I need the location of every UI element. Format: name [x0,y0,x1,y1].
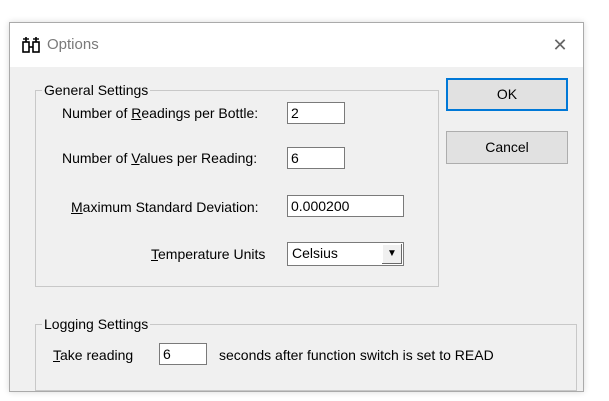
chevron-down-icon[interactable]: ▼ [381,244,402,264]
temperature-units-value: Celsius [292,245,338,261]
max-std-dev-field[interactable]: 0.000200 [287,195,404,217]
readings-per-bottle-label: Number of Readings per Bottle: [62,105,259,121]
general-settings-legend: General Settings [44,82,149,98]
temperature-units-select[interactable]: Celsius ▼ [287,242,404,266]
logging-settings-legend: Logging Settings [44,316,149,332]
ok-button[interactable]: OK [446,78,568,111]
window-title: Options [47,36,99,53]
readings-per-bottle-field[interactable]: 2 [287,102,345,124]
take-reading-seconds-field[interactable]: 6 [159,343,207,365]
title-bar: Options ✕ [10,23,583,67]
close-button[interactable]: ✕ [547,32,573,58]
cancel-button[interactable]: Cancel [446,131,568,164]
app-icon [22,37,40,53]
values-per-reading-field[interactable]: 6 [287,147,345,169]
options-dialog: Options ✕ General Settings Number of Rea… [9,22,584,392]
take-reading-suffix: seconds after function switch is set to … [219,347,494,363]
close-icon: ✕ [552,35,568,55]
values-per-reading-label: Number of Values per Reading: [62,150,258,166]
max-std-dev-label: Maximum Standard Deviation: [71,199,259,215]
temperature-units-label: Temperature Units [151,246,266,262]
take-reading-label: Take reading [53,347,134,363]
